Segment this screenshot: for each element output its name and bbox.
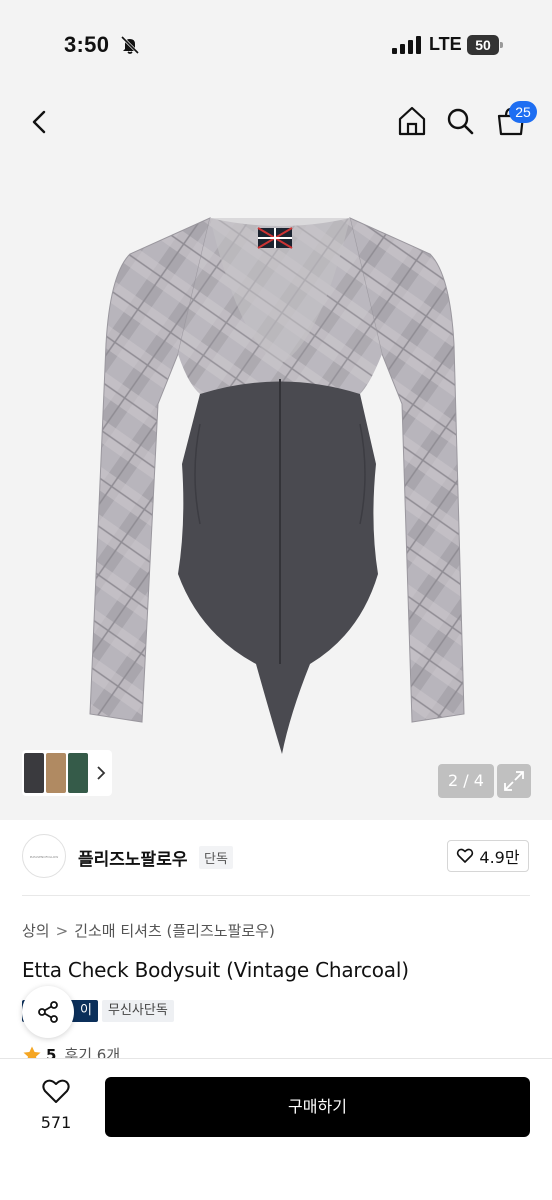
chevron-right-icon[interactable] bbox=[96, 764, 106, 782]
bottom-bar: 571 구매하기 bbox=[0, 1058, 552, 1200]
breadcrumb-category[interactable]: 상의 bbox=[22, 920, 50, 941]
thumbnail-3[interactable] bbox=[68, 753, 88, 793]
share-button[interactable] bbox=[22, 986, 74, 1038]
thumbnail-strip[interactable] bbox=[22, 750, 112, 796]
thumbnail-2[interactable] bbox=[46, 753, 66, 793]
brand-row: PLEASENOFOLLOW 플리즈노팔로우 단독 4.9만 bbox=[0, 820, 552, 896]
product-gallery[interactable]: 2 / 4 bbox=[0, 154, 552, 820]
breadcrumb-separator: > bbox=[55, 922, 69, 940]
expand-button[interactable] bbox=[497, 764, 531, 798]
battery-tip bbox=[500, 42, 503, 48]
breadcrumb: 상의 > 긴소매 티셔츠 (플리즈노팔로우) bbox=[22, 920, 275, 941]
battery-level: 50 bbox=[467, 35, 499, 55]
status-bar: 3:50 LTE 50 bbox=[0, 0, 552, 90]
page-counter: 2 / 4 bbox=[438, 764, 494, 798]
share-icon bbox=[38, 1001, 58, 1023]
expand-icon bbox=[504, 771, 524, 791]
divider bbox=[22, 895, 530, 896]
battery-indicator: 50 bbox=[467, 35, 503, 55]
wishlist-button[interactable]: 571 bbox=[26, 1077, 86, 1143]
signal-icon bbox=[392, 36, 421, 54]
heart-icon bbox=[42, 1079, 70, 1103]
wishlist-count: 571 bbox=[40, 1113, 72, 1132]
buy-button[interactable]: 구매하기 bbox=[105, 1077, 530, 1137]
status-time: 3:50 bbox=[64, 32, 110, 57]
product-image bbox=[89, 217, 465, 754]
brand-logo[interactable]: PLEASENOFOLLOW bbox=[22, 834, 66, 878]
bell-off-icon bbox=[120, 35, 140, 55]
back-icon[interactable] bbox=[26, 106, 54, 138]
brand-like-count: 4.9만 bbox=[479, 848, 520, 867]
home-icon[interactable] bbox=[396, 104, 428, 138]
brand-name[interactable]: 플리즈노팔로우 bbox=[78, 845, 187, 870]
tag-musinsa-exclusive: 무신사단독 bbox=[102, 1000, 174, 1022]
breadcrumb-subcategory[interactable]: 긴소매 티셔츠 (플리즈노팔로우) bbox=[74, 920, 275, 941]
heart-icon bbox=[457, 848, 474, 863]
product-title: Etta Check Bodysuit (Vintage Charcoal) bbox=[22, 958, 409, 982]
network-label: LTE bbox=[429, 34, 462, 54]
cart-badge: 25 bbox=[509, 101, 537, 123]
top-nav bbox=[0, 90, 552, 154]
brand-like-button[interactable]: 4.9만 bbox=[447, 840, 529, 872]
exclusive-tag: 단독 bbox=[199, 846, 233, 869]
thumbnail-1[interactable] bbox=[24, 753, 44, 793]
search-icon[interactable] bbox=[444, 104, 476, 138]
